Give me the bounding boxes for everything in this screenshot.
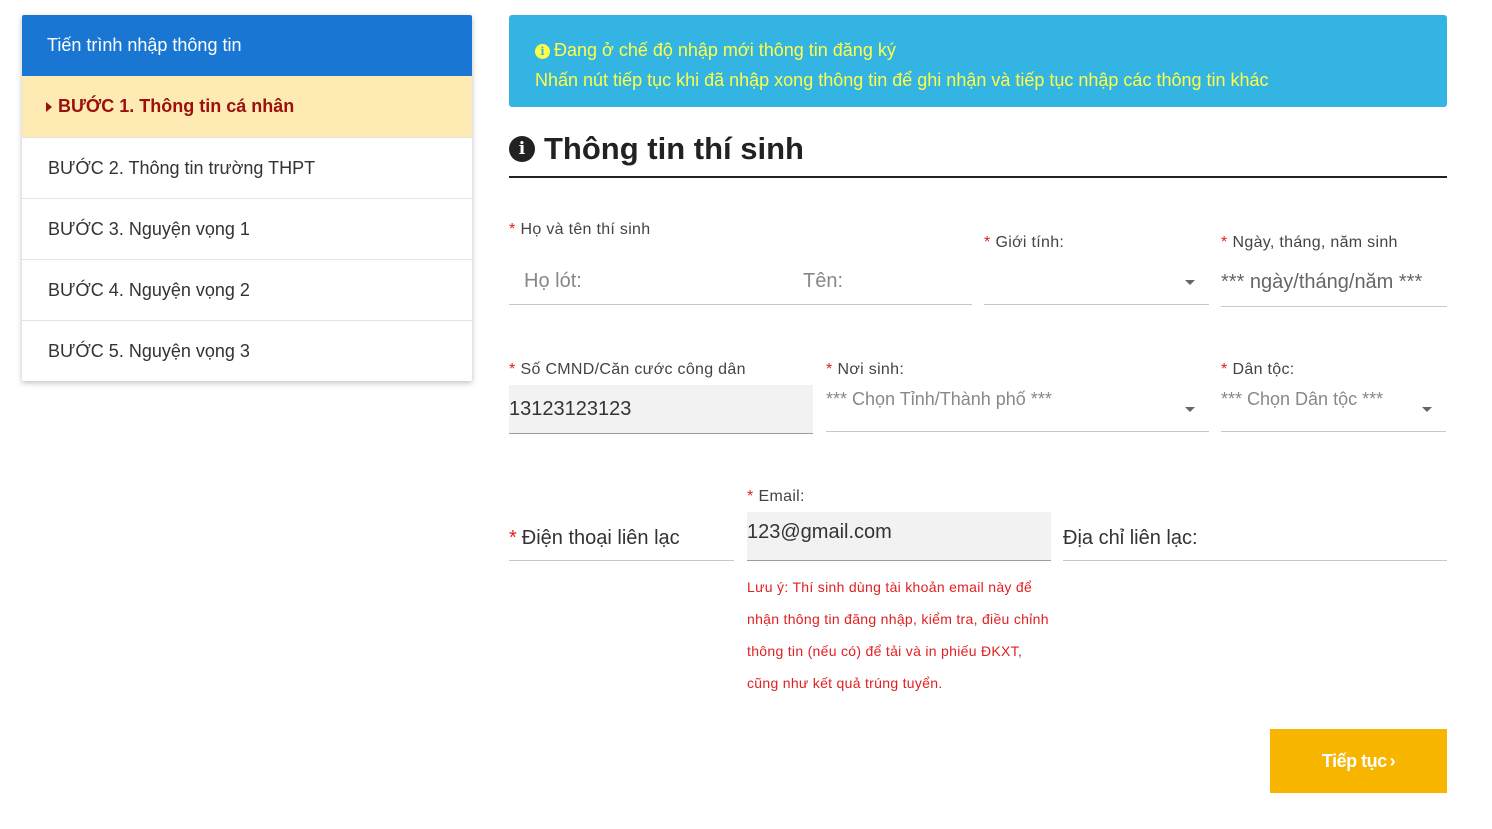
email-note: Lưu ý: Thí sinh dùng tài khoản email này… — [747, 579, 1049, 691]
sidebar-step-label: BƯỚC 3. Nguyện vọng 1 — [48, 218, 250, 239]
required-mark: * — [747, 488, 754, 505]
required-mark: * — [509, 221, 516, 238]
sidebar-step-label: BƯỚC 4. Nguyện vọng 2 — [48, 279, 250, 300]
id-label-text: Số CMND/Căn cước công dân — [520, 361, 746, 378]
email-input[interactable]: 123@gmail.com — [747, 512, 1051, 561]
required-mark: * — [1221, 361, 1228, 378]
email-label-text: Email: — [758, 488, 805, 505]
sidebar-step-label: BƯỚC 1. Thông tin cá nhân — [58, 96, 295, 116]
sidebar-step-5[interactable]: BƯỚC 5. Nguyện vọng 3 — [22, 320, 472, 381]
dropdown-arrow-icon — [1422, 407, 1432, 412]
fullname-label-text: Họ và tên thí sinh — [520, 221, 651, 238]
info-circle-icon: i — [509, 136, 535, 162]
birthplace-select[interactable]: *** Chọn Tỉnh/Thành phố *** — [826, 385, 1209, 432]
progress-sidebar: Tiến trình nhập thông tin BƯỚC 1. Thông … — [22, 15, 472, 381]
id-label: * Số CMND/Căn cước công dân — [509, 361, 746, 379]
gender-label-text: Giới tính: — [995, 234, 1065, 251]
firstname-input[interactable]: Tên: — [787, 258, 972, 305]
gender-select[interactable] — [984, 258, 1209, 305]
dob-label: * Ngày, tháng, năm sinh — [1221, 234, 1398, 252]
mode-alert: i Đang ở chế độ nhập mới thông tin đăng k… — [509, 15, 1447, 107]
address-input[interactable]: Địa chỉ liên lạc: — [1063, 516, 1447, 561]
sidebar-step-3[interactable]: BƯỚC 3. Nguyện vọng 1 — [22, 198, 472, 259]
caret-right-icon — [46, 101, 52, 112]
birthplace-label: * Nơi sinh: — [826, 361, 904, 379]
info-icon: i — [535, 44, 550, 59]
ethnicity-placeholder: *** Chọn Dân tộc *** — [1221, 389, 1384, 409]
section-title-text: Thông tin thí sinh — [544, 131, 804, 166]
firstname-placeholder: Tên: — [803, 269, 844, 292]
sidebar-step-label: BƯỚC 5. Nguyện vọng 3 — [48, 340, 250, 361]
ethnicity-label-text: Dân tộc: — [1232, 361, 1295, 378]
id-number-value: 13123123123 — [509, 397, 632, 420]
required-mark: * — [509, 361, 516, 378]
email-label: * Email: — [747, 488, 805, 506]
birthplace-label-text: Nơi sinh: — [837, 361, 905, 378]
next-button[interactable]: Tiếp tục › — [1270, 729, 1447, 793]
ethnicity-label: * Dân tộc: — [1221, 361, 1295, 379]
alert-line-1: i Đang ở chế độ nhập mới thông tin đăng k… — [535, 35, 1421, 65]
chevron-right-icon: › — [1389, 750, 1396, 771]
dropdown-arrow-icon — [1185, 407, 1195, 412]
dob-label-text: Ngày, tháng, năm sinh — [1232, 234, 1398, 251]
gender-label: * Giới tính: — [984, 234, 1064, 252]
required-mark: * — [509, 526, 517, 549]
required-mark: * — [984, 234, 991, 251]
fullname-label: * Họ và tên thí sinh — [509, 221, 650, 239]
birthplace-placeholder: *** Chọn Tỉnh/Thành phố *** — [826, 389, 1052, 409]
sidebar-title: Tiến trình nhập thông tin — [22, 15, 472, 76]
ethnicity-select[interactable]: *** Chọn Dân tộc *** — [1221, 385, 1446, 432]
alert-line-2: Nhấn nút tiếp tục khi đã nhập xong thông… — [535, 70, 1269, 90]
required-mark: * — [826, 361, 833, 378]
middlename-input[interactable]: Họ lót: — [509, 258, 787, 305]
address-placeholder: Địa chỉ liên lạc: — [1063, 526, 1198, 549]
next-button-label: Tiếp tục — [1321, 750, 1387, 771]
dob-placeholder: *** ngày/tháng/năm *** — [1221, 270, 1423, 293]
required-mark: * — [1221, 234, 1228, 251]
alert-line-1-text: Đang ở chế độ nhập mới thông tin đăng ký — [554, 40, 896, 60]
dropdown-arrow-icon — [1185, 280, 1195, 285]
sidebar-step-2[interactable]: BƯỚC 2. Thông tin trường THPT — [22, 137, 472, 198]
id-number-input[interactable]: 13123123123 — [509, 385, 813, 434]
page: Tiến trình nhập thông tin BƯỚC 1. Thông … — [0, 0, 1492, 829]
email-value: 123@gmail.com — [747, 521, 892, 543]
sidebar-step-label: BƯỚC 2. Thông tin trường THPT — [48, 157, 316, 178]
section-title: i Thông tin thí sinh — [509, 122, 1447, 178]
sidebar-step-1[interactable]: BƯỚC 1. Thông tin cá nhân — [22, 76, 472, 137]
phone-input[interactable]: * Điện thoại liên lạc — [509, 516, 734, 561]
sidebar-step-4[interactable]: BƯỚC 4. Nguyện vọng 2 — [22, 259, 472, 320]
dob-input[interactable]: *** ngày/tháng/năm *** — [1221, 258, 1447, 307]
middlename-placeholder: Họ lót: — [524, 269, 582, 292]
phone-placeholder: Điện thoại liên lạc — [521, 526, 680, 549]
